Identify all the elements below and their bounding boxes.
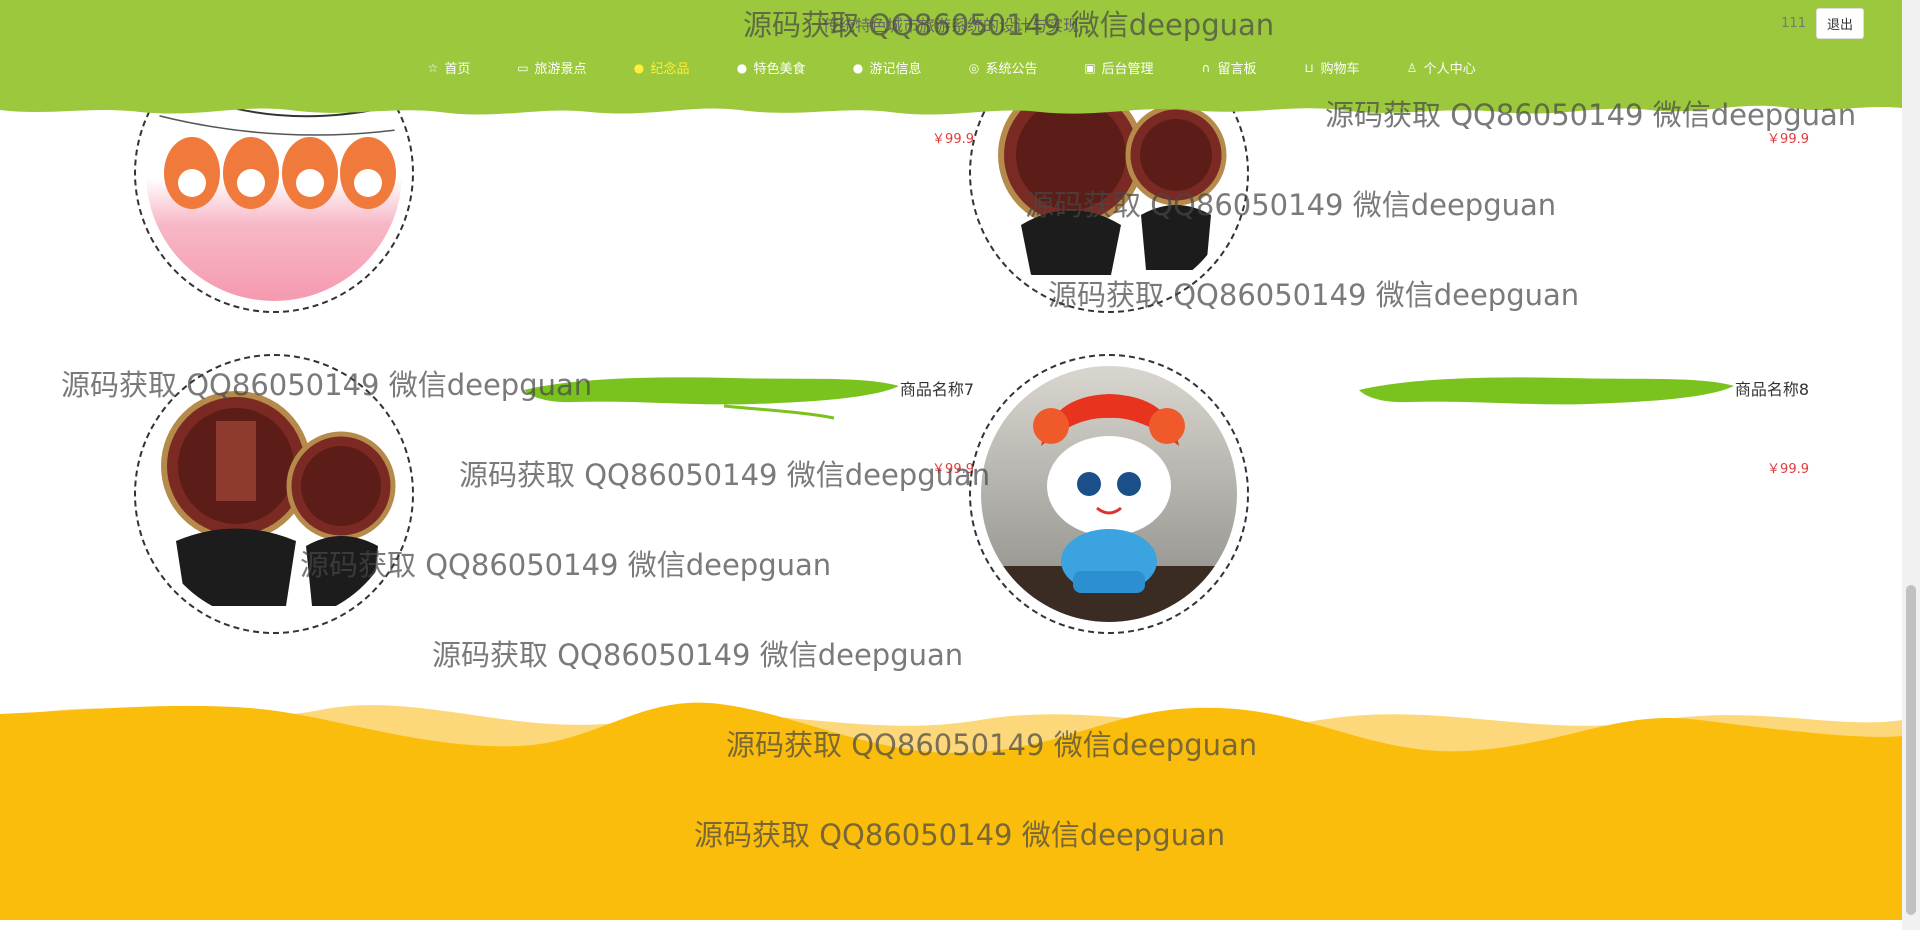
product-image[interactable] — [134, 354, 414, 634]
product-price: ￥99.9 — [932, 132, 974, 147]
username-label: 111 — [1781, 16, 1806, 31]
user-icon: ♙ — [1406, 60, 1418, 75]
nav-item-travel-notes[interactable]: ● 游记信息 — [851, 58, 922, 78]
info-icon: ● — [852, 60, 864, 75]
mascot-doll-graphic — [981, 394, 1237, 622]
product-name: 商品名称8 — [1734, 380, 1809, 399]
nav-item-announcements[interactable]: ◎ 系统公告 — [968, 58, 1038, 78]
lacquer-plaque-image — [146, 366, 402, 622]
lacquer-plaque-graphic — [161, 391, 396, 606]
product-price: ￥99.9 — [932, 462, 974, 477]
bag-icon: ▭ — [517, 60, 529, 75]
headset-icon: ∩ — [1201, 60, 1211, 75]
logout-button[interactable]: 退出 — [1815, 8, 1864, 39]
product-name: 商品名称7 — [899, 380, 974, 399]
site-header: 传统特色城市旅游系统的设计与实现 111 退出 ☆ 首页 ▭ 旅游景点 ● 纪念… — [0, 0, 1902, 120]
cart-icon: ⊔ — [1304, 60, 1314, 75]
site-title: 传统特色城市旅游系统的设计与实现 — [822, 16, 1079, 35]
scrollbar-thumb[interactable] — [1906, 585, 1916, 915]
gift-icon: ● — [633, 60, 645, 75]
page-scrollbar[interactable] — [1902, 0, 1920, 930]
nav-label: 纪念品 — [650, 62, 690, 77]
nav-item-attractions[interactable]: ▭ 旅游景点 — [516, 58, 587, 78]
product-image[interactable] — [969, 354, 1249, 634]
nav-label: 游记信息 — [869, 62, 922, 77]
nav-label: 后台管理 — [1101, 62, 1154, 77]
nav-label: 旅游景点 — [534, 62, 587, 77]
main-nav: ☆ 首页 ▭ 旅游景点 ● 纪念品 ● 特色美食 ● 游记信息 ◎ 系统公告 ▣… — [0, 58, 1902, 78]
nav-item-home[interactable]: ☆ 首页 — [426, 58, 471, 78]
nav-label: 系统公告 — [985, 62, 1038, 77]
nav-item-cart[interactable]: ⊔ 购物车 — [1303, 58, 1360, 78]
nav-item-food[interactable]: ● 特色美食 — [735, 58, 806, 78]
footer-waves — [0, 702, 1902, 920]
nav-label: 个人中心 — [1423, 62, 1476, 77]
nav-label: 特色美食 — [753, 62, 806, 77]
notice-icon: ◎ — [968, 60, 980, 75]
nav-label: 首页 — [444, 62, 471, 77]
user-area: 111 退出 — [1781, 8, 1864, 39]
product-card[interactable]: 商品名称7 ￥99.9 — [134, 354, 974, 654]
product-card[interactable]: 商品名称8 ￥99.9 — [969, 354, 1809, 654]
site-footer — [0, 690, 1902, 920]
nav-label: 留言板 — [1217, 62, 1257, 77]
nav-item-admin[interactable]: ▣ 后台管理 — [1084, 58, 1154, 78]
home-icon: ☆ — [427, 60, 439, 75]
food-icon: ● — [736, 60, 748, 75]
product-price: ￥99.9 — [1767, 132, 1809, 147]
nav-item-souvenirs[interactable]: ● 纪念品 — [632, 58, 690, 78]
nav-item-profile[interactable]: ♙ 个人中心 — [1406, 58, 1476, 78]
product-price: ￥99.9 — [1767, 462, 1809, 477]
mascot-doll-image — [981, 366, 1237, 622]
nav-label: 购物车 — [1320, 62, 1360, 77]
nav-item-message-board[interactable]: ∩ 留言板 — [1200, 58, 1257, 78]
admin-icon: ▣ — [1084, 60, 1096, 75]
